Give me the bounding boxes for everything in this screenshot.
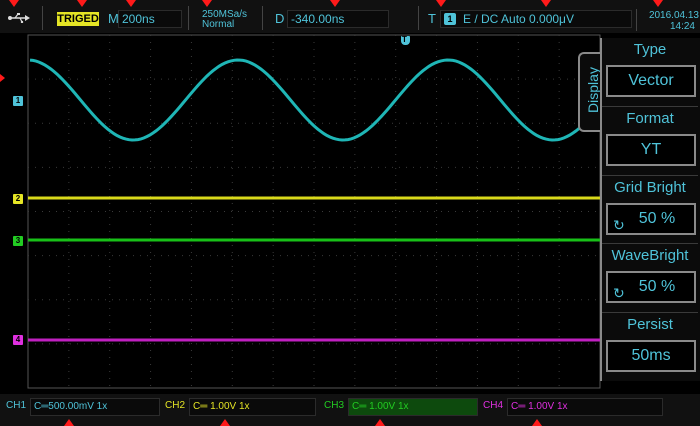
trigger-channel-badge: 1 (444, 13, 456, 25)
marker-icon (653, 0, 663, 7)
ch3-setting[interactable]: C═ 1.00V 1x (348, 398, 478, 416)
menu-tab-label: Display (585, 67, 601, 113)
marker-icon (202, 0, 212, 7)
ch2-label: CH2 (165, 400, 186, 411)
menu-item-value: ↻ 50 % (606, 203, 696, 235)
trigger-field[interactable]: E / DC Auto 0.000μV (440, 10, 632, 28)
menu-item-wave-bright[interactable]: WaveBright ↻ 50 % (602, 243, 698, 306)
ch4-setting-text: C═ 1.00V 1x (511, 401, 568, 412)
marker-icon (375, 419, 385, 426)
menu-item-value-text: 50 % (638, 278, 676, 295)
ch4-marker[interactable]: 4 (13, 335, 23, 345)
marker-icon (77, 0, 87, 7)
ch1-setting[interactable]: C═500.00mV 1x (30, 398, 160, 416)
channel-bar: CH1 C═500.00mV 1x CH2 C═ 1.00V 1x CH3 C═… (0, 394, 700, 426)
marker-icon (532, 419, 542, 426)
menu-item-value: ↻ 50 % (606, 271, 696, 303)
delay-field[interactable]: -340.00ns (287, 10, 389, 28)
menu-item-value-text: 50 % (638, 210, 676, 227)
marker-icon (220, 419, 230, 426)
menu-item-value-text: YT (640, 141, 662, 158)
delay-value: -340.00ns (291, 12, 345, 26)
datetime: 2016.04.13 14:24 (636, 9, 699, 32)
menu-item-grid-bright[interactable]: Grid Bright ↻ 50 % (602, 175, 698, 238)
marker-icon (9, 0, 19, 7)
date-text: 2016.04.13 (648, 10, 699, 21)
menu-item-title: WaveBright (611, 247, 689, 264)
ch3-marker[interactable]: 3 (13, 236, 23, 246)
menu-item-format[interactable]: Format YT (602, 106, 698, 169)
marker-icon (64, 419, 74, 426)
status-bar: TRIGED M 200ns 250MSa/s Normal D -340.00… (0, 0, 700, 33)
knob-icon: ↻ (613, 285, 625, 301)
acquisition-mode: Normal (202, 19, 235, 30)
menu-item-title: Grid Bright (614, 179, 686, 196)
ch1-setting-text: C═500.00mV 1x (34, 401, 108, 412)
trigger-level-marker[interactable] (0, 74, 5, 82)
menu-item-value-text: Vector (628, 72, 674, 89)
ch3-label: CH3 (324, 400, 345, 411)
trigger-status-badge: TRIGED (57, 12, 99, 26)
marker-icon (330, 0, 340, 7)
timebase-field[interactable]: 200ns (118, 10, 182, 28)
ch2-setting[interactable]: C═ 1.00V 1x (189, 398, 316, 416)
menu-item-value-text: 50ms (631, 347, 671, 364)
marker-icon (541, 0, 551, 7)
ch1-label: CH1 (6, 400, 27, 411)
menu-item-value: Vector (606, 65, 696, 97)
ch2-setting-text: C═ 1.00V 1x (193, 401, 250, 412)
timebase-value: 200ns (122, 12, 155, 26)
menu-item-value: YT (606, 134, 696, 166)
marker-icon (126, 0, 136, 7)
ch4-label: CH4 (483, 400, 504, 411)
menu-item-type[interactable]: Type Vector (602, 38, 698, 100)
trigger-label: T (428, 11, 436, 26)
graticule-frame (27, 34, 601, 389)
usb-icon (8, 13, 30, 23)
ch4-setting[interactable]: C═ 1.00V 1x (507, 398, 663, 416)
marker-icon (436, 0, 446, 7)
time-text: 14:24 (669, 21, 695, 32)
menu-item-value: 50ms (606, 340, 696, 372)
knob-icon: ↻ (613, 217, 625, 233)
trigger-settings: E / DC Auto 0.000μV (463, 12, 574, 26)
menu-item-title: Persist (627, 316, 673, 333)
ch2-marker[interactable]: 2 (13, 194, 23, 204)
menu-item-persist[interactable]: Persist 50ms (602, 312, 698, 375)
ch3-setting-text: C═ 1.00V 1x (352, 401, 409, 412)
menu-item-title: Format (626, 110, 674, 127)
menu-item-title: Type (633, 41, 667, 58)
trigger-position-marker[interactable]: T (401, 35, 410, 45)
graticule (27, 34, 601, 389)
delay-label: D (275, 11, 285, 26)
ch1-waveform (29, 58, 587, 142)
ch1-marker[interactable]: 1 (13, 96, 23, 106)
trigger-marker-label: T (402, 35, 407, 44)
